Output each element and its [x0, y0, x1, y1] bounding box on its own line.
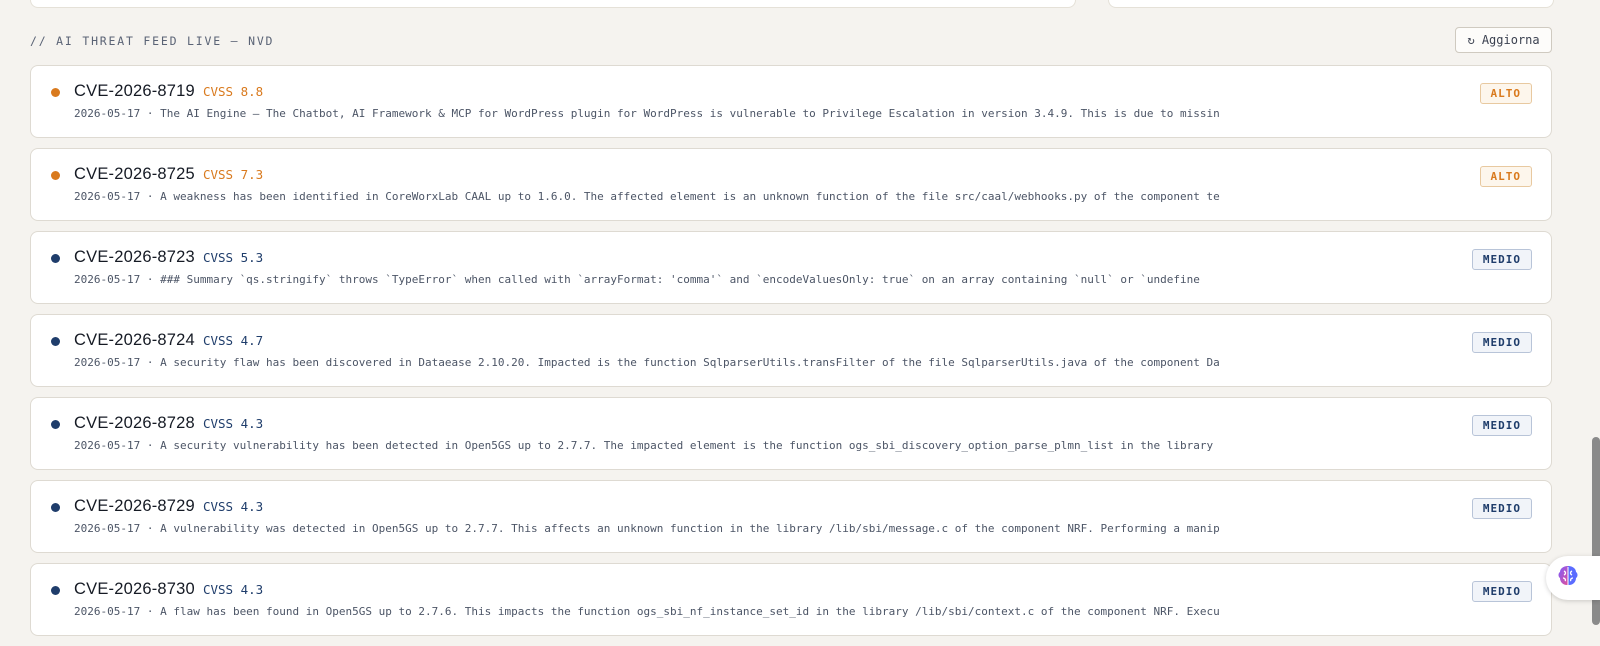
severity-dot [51, 503, 60, 512]
severity-badge: MEDIO [1471, 249, 1532, 270]
severity-dot [51, 171, 60, 180]
cve-id[interactable]: CVE-2026-8728 [74, 414, 195, 433]
severity-dot [51, 337, 60, 346]
severity-badge: MEDIO [1471, 415, 1532, 436]
severity-dot [51, 420, 60, 429]
severity-badge: MEDIO [1471, 498, 1532, 519]
cve-header: CVE-2026-8719 CVSS 8.8 [74, 82, 263, 101]
cvss-score: CVSS 4.3 [202, 416, 264, 431]
cve-card[interactable]: CVE-2026-8730 CVSS 4.3 2026-05-17 · A flaw… [30, 563, 1552, 636]
cvss-score: CVSS 4.3 [202, 499, 264, 514]
cve-description: 2026-05-17 · The AI Engine – The Chatbot… [74, 107, 1220, 120]
cvss-score: CVSS 4.3 [202, 582, 264, 597]
severity-badge: MEDIO [1471, 581, 1532, 602]
severity-badge: MEDIO [1471, 332, 1532, 353]
refresh-button[interactable]: ↻ Aggiorna [1455, 27, 1552, 53]
cve-header: CVE-2026-8724 CVSS 4.7 [74, 331, 263, 350]
severity-dot [51, 586, 60, 595]
cve-description: 2026-05-17 · A weakness has been identif… [74, 190, 1220, 203]
cve-card[interactable]: CVE-2026-8724 CVSS 4.7 2026-05-17 · A secu… [30, 314, 1552, 387]
cvss-score: CVSS 4.7 [202, 333, 264, 348]
cve-id[interactable]: CVE-2026-8719 [74, 82, 195, 101]
previous-panel-left [30, 0, 1076, 8]
cvss-score: CVSS 8.8 [202, 84, 264, 99]
cve-card[interactable]: CVE-2026-8729 CVSS 4.3 2026-05-17 · A vuln… [30, 480, 1552, 553]
cve-description: 2026-05-17 · ### Summary `qs.stringify` … [74, 273, 1200, 286]
cve-header: CVE-2026-8729 CVSS 4.3 [74, 497, 263, 516]
cve-description: 2026-05-17 · A security flaw has been di… [74, 356, 1220, 369]
assistant-launcher-button[interactable] [1546, 556, 1600, 600]
cve-card[interactable]: CVE-2026-8725 CVSS 7.3 2026-05-17 · A weak… [30, 148, 1552, 221]
cve-card[interactable]: CVE-2026-8728 CVSS 4.3 2026-05-17 · A secu… [30, 397, 1552, 470]
cvss-score: CVSS 5.3 [202, 250, 264, 265]
cve-description: 2026-05-17 · A vulnerability was detecte… [74, 522, 1220, 535]
cve-feed-list: CVE-2026-8719 CVSS 8.8 2026-05-17 · The AI… [30, 65, 1552, 646]
cve-description: 2026-05-17 · A flaw has been found in Op… [74, 605, 1220, 618]
severity-dot [51, 88, 60, 97]
cve-description: 2026-05-17 · A security vulnerability ha… [74, 439, 1214, 452]
cve-header: CVE-2026-8723 CVSS 5.3 [74, 248, 263, 267]
cve-id[interactable]: CVE-2026-8729 [74, 497, 195, 516]
section-title: // AI THREAT FEED LIVE — NVD [30, 34, 275, 48]
severity-badge: ALTO [1479, 83, 1532, 104]
cve-card[interactable]: CVE-2026-8719 CVSS 8.8 2026-05-17 · The AI… [30, 65, 1552, 138]
severity-dot [51, 254, 60, 263]
cve-id[interactable]: CVE-2026-8723 [74, 248, 195, 267]
brain-icon [1555, 563, 1581, 593]
previous-panel-right [1108, 0, 1554, 8]
refresh-label: ↻ Aggiorna [1467, 33, 1540, 47]
cve-id[interactable]: CVE-2026-8724 [74, 331, 195, 350]
cve-header: CVE-2026-8725 CVSS 7.3 [74, 165, 263, 184]
cve-header: CVE-2026-8730 CVSS 4.3 [74, 580, 263, 599]
cve-id[interactable]: CVE-2026-8725 [74, 165, 195, 184]
cve-id[interactable]: CVE-2026-8730 [74, 580, 195, 599]
cve-header: CVE-2026-8728 CVSS 4.3 [74, 414, 263, 433]
cvss-score: CVSS 7.3 [202, 167, 264, 182]
severity-badge: ALTO [1479, 166, 1532, 187]
cve-card[interactable]: CVE-2026-8723 CVSS 5.3 2026-05-17 · ### Su… [30, 231, 1552, 304]
